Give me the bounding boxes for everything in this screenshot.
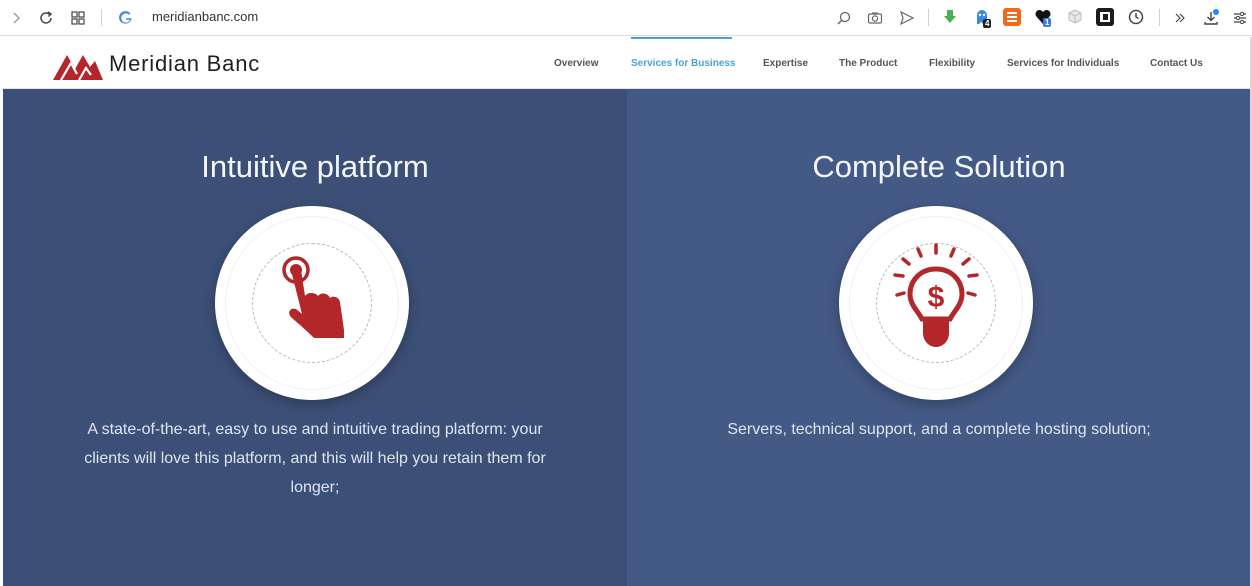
forward-icon[interactable] [4,6,28,30]
address-bar[interactable]: meridianbanc.com [152,9,258,24]
ghost-icon[interactable]: 4 [973,8,992,28]
nav-overview[interactable]: Overview [554,58,598,69]
feature-description: A state-of-the-art, easy to use and intu… [84,421,546,496]
feature-icon-circle: $ [839,206,1033,400]
feature-title: Complete Solution [812,149,1066,184]
site-brand-name[interactable]: Meridian Banc [109,51,260,77]
overflow-chevron-icon[interactable] [1168,6,1192,30]
site-header: Meridian Banc Overview Services for Busi… [3,37,1251,89]
menu-icon[interactable] [1228,6,1252,30]
nav-contact-us[interactable]: Contact Us [1150,58,1203,69]
nav-the-product[interactable]: The Product [839,58,897,69]
stack-icon[interactable] [1003,8,1021,26]
lightbulb-dollar-icon: $ [893,243,979,347]
speed-dial-icon[interactable] [66,6,90,30]
nav-services-for-individuals[interactable]: Services for Individuals [1007,58,1119,69]
search-icon[interactable] [832,6,856,30]
google-icon [114,6,138,30]
mountain-logo-icon[interactable] [53,47,103,85]
active-nav-indicator [631,37,732,39]
toolbar-separator [928,9,929,26]
heart-icon[interactable]: 1 [1034,8,1052,27]
cube-icon[interactable] [1066,8,1084,26]
camera-icon[interactable] [863,6,887,30]
reload-icon[interactable] [34,6,58,30]
feature-panel-intuitive-platform: Intuitive platform A state-of-the-art, e… [3,89,627,586]
extension-badge: 4 [983,19,992,28]
download-arrow-icon[interactable] [941,8,959,26]
web-page: Meridian Banc Overview Services for Busi… [3,37,1251,586]
feature-icon-circle [215,206,409,400]
svg-text:$: $ [928,281,945,314]
extension-badge: 1 [1043,18,1052,27]
send-icon[interactable] [895,6,919,30]
feature-title: Intuitive platform [201,149,429,184]
toolbar-separator [1159,9,1160,26]
downloads-icon[interactable] [1199,6,1223,30]
nav-flexibility[interactable]: Flexibility [929,58,975,69]
feature-description: Servers, technical support, and a comple… [727,421,1151,438]
hand-pointer-icon [282,256,344,338]
toolbar-separator [101,9,102,26]
clock-icon[interactable] [1127,8,1145,26]
nav-services-for-business[interactable]: Services for Business [631,58,736,69]
nav-expertise[interactable]: Expertise [763,58,808,69]
frame-icon[interactable] [1096,8,1114,26]
browser-toolbar: meridianbanc.com 4 1 [0,0,1252,36]
feature-panel-complete-solution: Complete Solution $ Servers, technical s… [627,89,1251,586]
